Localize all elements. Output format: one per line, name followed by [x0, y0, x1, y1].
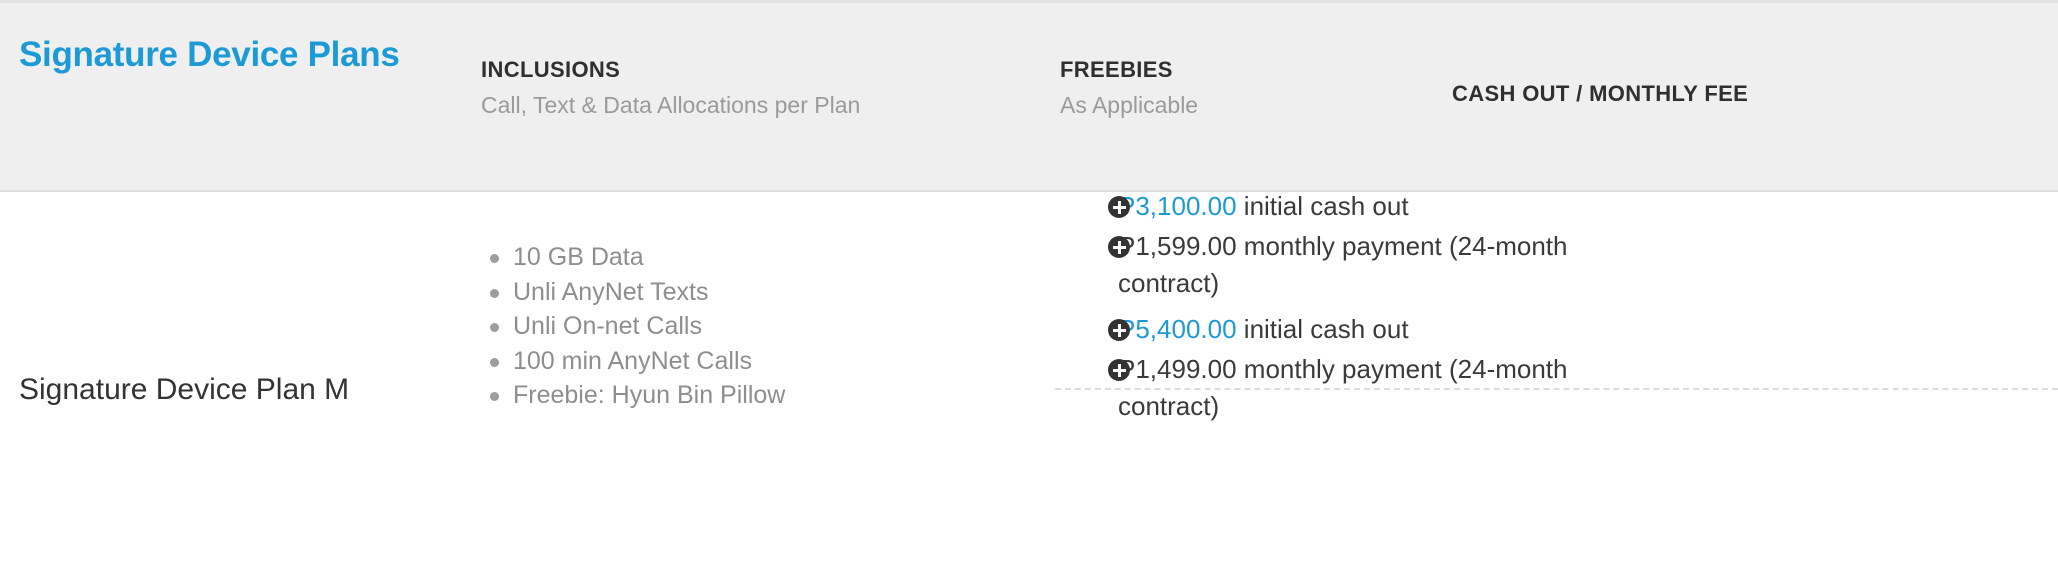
inclusion-label: 100 min AnyNet Calls [513, 346, 753, 375]
initial-cash-out-line: P5,400.00 initial cash out [1055, 310, 2058, 349]
column-header-inclusions: INCLUSIONS Call, Text & Data Allocations… [481, 57, 1001, 119]
plus-circle-icon [1108, 196, 1130, 218]
plan-name: Signature Device Plan M [19, 373, 350, 406]
monthly-payment-line: P1,499.00 monthly payment (24-month [1055, 350, 2058, 389]
initial-cash-out-line: P3,100.00 initial cash out [1055, 187, 2058, 226]
column-header-cash-out: CASH OUT / MONTHLY FEE [1452, 81, 2012, 106]
signature-device-plans-table: Signature Device Plans INCLUSIONS Call, … [0, 0, 2058, 574]
inclusion-label: Unli On-net Calls [513, 312, 702, 340]
list-item: Unli AnyNet Texts [481, 275, 1021, 310]
initial-cash-out-amount: P5,400.00 [1118, 314, 1237, 344]
bullet-dot-icon [490, 323, 499, 332]
bullet-dot-icon [490, 392, 499, 401]
inclusion-label: Unli AnyNet Texts [513, 277, 709, 306]
monthly-payment-amount: P1,499.00 [1118, 354, 1237, 384]
plus-circle-icon [1108, 236, 1130, 258]
list-item: Freebie: Hyun Bin Pillow [481, 378, 1021, 413]
column-header-freebies-sublabel: As Applicable [1060, 92, 1199, 119]
list-item: 100 min AnyNet Calls [481, 344, 1021, 379]
column-header-cash-out-label: CASH OUT / MONTHLY FEE [1452, 81, 1749, 106]
monthly-payment-amount: P1,599.00 [1118, 231, 1237, 261]
monthly-payment-line: P1,599.00 monthly payment (24-month [1055, 227, 2058, 266]
table-header: Signature Device Plans INCLUSIONS Call, … [0, 0, 2058, 192]
bullet-dot-icon [490, 357, 499, 367]
bullet-dot-icon [490, 254, 499, 263]
column-header-freebies-label: FREEBIES [1060, 57, 1173, 82]
plus-circle-icon [1108, 359, 1130, 381]
column-header-inclusions-sublabel: Call, Text & Data Allocations per Plan [481, 92, 861, 119]
monthly-payment-text-wrap: contract) [1118, 268, 1220, 298]
page-title: Signature Device Plans [19, 35, 400, 74]
initial-cash-out-amount: P3,100.00 [1118, 191, 1237, 221]
plan-cash-out-cell: P3,100.00 initial cash out P1,599.00 mon… [1055, 191, 2058, 574]
plus-circle-icon [1108, 319, 1130, 341]
table-row: Signature Device Plan M 10 GB Data Unli … [0, 191, 2058, 574]
initial-cash-out-text: initial cash out [1236, 314, 1409, 344]
monthly-payment-text: monthly payment (24-month [1236, 231, 1568, 261]
monthly-payment-text-wrap: contract) [1118, 391, 1220, 421]
list-item: Unli On-net Calls [481, 309, 1021, 344]
list-item: 10 GB Data [481, 240, 1021, 275]
bullet-dot-icon [490, 288, 499, 298]
inclusions-list: 10 GB Data Unli AnyNet Texts Unli On-net… [481, 240, 1021, 413]
fee-option-1: P3,100.00 initial cash out P1,599.00 mon… [1055, 187, 2058, 303]
column-header-freebies: FREEBIES As Applicable [1060, 57, 1380, 119]
column-header-inclusions-label: INCLUSIONS [481, 57, 621, 82]
initial-cash-out-text: initial cash out [1236, 191, 1409, 221]
inclusion-label: 10 GB Data [513, 243, 644, 271]
inclusion-label: Freebie: Hyun Bin Pillow [513, 381, 786, 409]
monthly-payment-text: monthly payment (24-month [1236, 354, 1568, 384]
plan-inclusions-cell: 10 GB Data Unli AnyNet Texts Unli On-net… [481, 240, 1021, 413]
fee-option-2: P5,400.00 initial cash out P1,499.00 mon… [1055, 310, 2058, 426]
